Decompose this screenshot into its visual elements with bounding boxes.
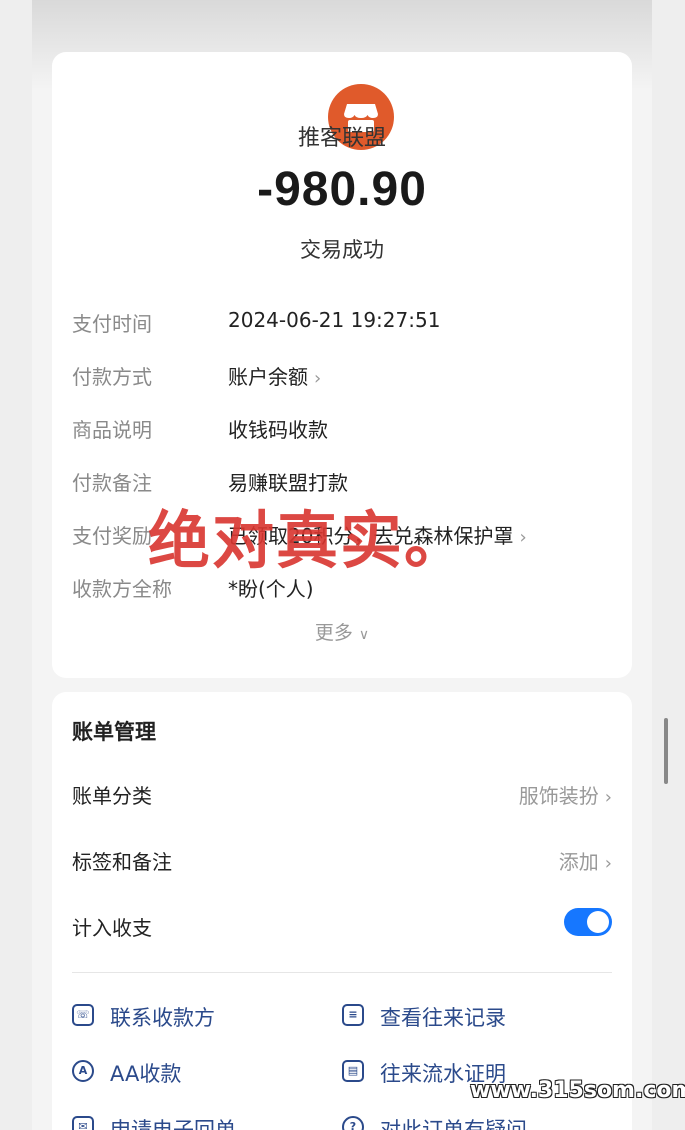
more-button[interactable]: 更多 ∨ — [52, 618, 632, 645]
detail-row-pay-time: 支付时间 2024-06-21 19:27:51 — [72, 308, 612, 348]
detail-label: 付款备注 — [72, 471, 152, 495]
detail-row-pay-method[interactable]: 付款方式 账户余额 › — [72, 361, 612, 401]
row-label: 账单分类 — [72, 784, 152, 808]
row-label: 标签和备注 — [72, 850, 172, 874]
detail-label: 支付时间 — [72, 312, 152, 336]
section-title: 账单管理 — [72, 720, 156, 744]
merchant-name: 推客联盟 — [297, 126, 386, 151]
mail-icon: ✉ — [72, 1116, 94, 1130]
detail-value: 2024-06-21 19:27:51 — [228, 308, 441, 332]
record-icon: ≡ — [342, 1004, 364, 1026]
chevron-right-icon: › — [604, 787, 612, 808]
bill-category-row[interactable]: 账单分类 服饰装扮 › — [72, 780, 612, 820]
phone-screen: 推客联盟 -980.90 交易成功 支付时间 2024-06-21 19:27:… — [32, 0, 652, 1130]
row-value: 服饰装扮 — [518, 784, 599, 808]
include-toggle[interactable] — [564, 908, 612, 936]
detail-label: 支付奖励 — [72, 524, 152, 548]
chevron-down-icon: ∨ — [358, 627, 370, 643]
toggle-knob — [587, 911, 609, 933]
site-watermark: www.315som.com — [470, 1078, 685, 1103]
question-icon: ? — [342, 1116, 364, 1130]
aa-icon: A — [72, 1060, 94, 1082]
detail-label: 商品说明 — [72, 418, 152, 442]
detail-value: 账户余额 — [228, 365, 308, 389]
chevron-right-icon: › — [314, 368, 322, 389]
action-label: AA收款 — [110, 1062, 182, 1086]
action-label: 申请电子回单 — [110, 1118, 236, 1130]
transaction-amount: -980.90 — [257, 163, 427, 216]
chevron-right-icon: › — [519, 527, 527, 548]
divider — [72, 972, 612, 973]
chevron-right-icon: › — [604, 853, 612, 874]
document-icon: ▤ — [342, 1060, 364, 1082]
more-label: 更多 — [314, 622, 353, 644]
tags-remark-row[interactable]: 标签和备注 添加 › — [72, 846, 612, 886]
detail-value: 收钱码收款 — [228, 418, 328, 442]
action-label: 联系收款方 — [110, 1006, 215, 1030]
detail-row-description: 商品说明 收钱码收款 — [72, 414, 612, 454]
overlay-text: 绝对真实。 — [148, 504, 469, 577]
detail-label: 付款方式 — [72, 365, 152, 389]
row-value: 添加 — [558, 850, 599, 874]
action-label: 查看往来记录 — [380, 1006, 506, 1030]
row-label: 计入收支 — [72, 916, 152, 940]
transaction-status: 交易成功 — [300, 238, 384, 262]
phone-icon: ☏ — [72, 1004, 94, 1026]
transaction-card: 推客联盟 -980.90 交易成功 支付时间 2024-06-21 19:27:… — [52, 52, 632, 678]
scrollbar[interactable] — [664, 718, 668, 784]
include-in-budget-row: 计入收支 — [72, 908, 612, 952]
action-label: 对此订单有疑问 — [380, 1118, 527, 1130]
bill-management-card: 账单管理 账单分类 服饰装扮 › 标签和备注 添加 › 计入收支 ☏ 联系收款方 ≡… — [52, 692, 632, 1130]
